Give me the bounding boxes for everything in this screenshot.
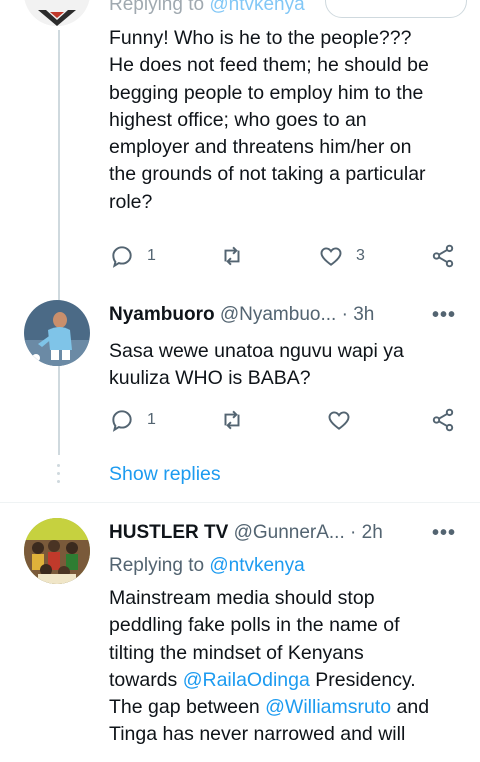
timestamp[interactable]: · 3h <box>342 304 375 325</box>
mention-link[interactable]: @RailaOdinga <box>183 669 310 691</box>
replying-to: Replying to @ntvkenya <box>109 555 305 576</box>
tweet-header: Nyambuoro @Nyambuo... · 3h <box>109 304 374 326</box>
display-name[interactable]: Nyambuoro <box>109 304 215 325</box>
reply-icon <box>112 246 132 268</box>
reply-icon <box>112 410 132 432</box>
heart-icon <box>320 247 342 266</box>
user-handle[interactable]: @Nyambuo... <box>220 304 336 325</box>
user-handle[interactable]: @GunnerA... <box>234 522 345 543</box>
tweet-text: Sasa wewe unatoa nguvu wapi ya kuuliza W… <box>109 340 404 390</box>
reply-button[interactable]: 1 <box>109 407 156 433</box>
mention-link[interactable]: @ntvkenya <box>209 555 304 576</box>
timestamp[interactable]: · 2h <box>350 522 383 543</box>
follow-button-edge[interactable] <box>325 0 467 18</box>
avatar[interactable] <box>24 0 90 26</box>
tweet-header: HUSTLER TV @GunnerA... · 2h <box>109 522 383 544</box>
more-options-button[interactable]: ••• <box>432 304 456 327</box>
avatar[interactable] <box>24 300 90 366</box>
thread-dots <box>56 464 62 488</box>
like-count: 3 <box>356 247 365 264</box>
reply-count: 1 <box>147 411 156 428</box>
avatar-image <box>24 300 90 366</box>
heart-icon <box>328 411 350 430</box>
divider <box>0 502 480 503</box>
replying-to: Replying to @ntvkenya <box>109 0 305 16</box>
share-button[interactable] <box>430 407 456 433</box>
mention-link[interactable]: @ntvkenya <box>209 0 304 15</box>
avatar-image <box>24 0 90 26</box>
share-button[interactable] <box>430 243 456 269</box>
reply-button[interactable]: 1 <box>109 243 156 269</box>
show-replies-link[interactable]: Show replies <box>109 463 221 486</box>
like-button[interactable] <box>326 407 352 433</box>
reply-count: 1 <box>147 247 156 264</box>
tweet-text: Funny! Who is he to the people??? He doe… <box>109 27 429 213</box>
thread-line <box>58 30 60 455</box>
like-button[interactable]: 3 <box>318 243 365 269</box>
share-icon <box>432 408 454 432</box>
more-options-button[interactable]: ••• <box>432 522 456 545</box>
avatar[interactable] <box>24 518 90 584</box>
retweet-icon <box>224 246 240 266</box>
display-name[interactable]: HUSTLER TV <box>109 522 228 543</box>
retweet-button[interactable] <box>219 243 245 269</box>
tweet-text: Mainstream media should stop peddling fa… <box>109 587 430 746</box>
retweet-button[interactable] <box>219 407 245 433</box>
mention-link[interactable]: @Williamsruto <box>265 696 391 718</box>
share-icon <box>432 244 454 268</box>
avatar-image <box>24 518 90 584</box>
retweet-icon <box>224 410 240 430</box>
